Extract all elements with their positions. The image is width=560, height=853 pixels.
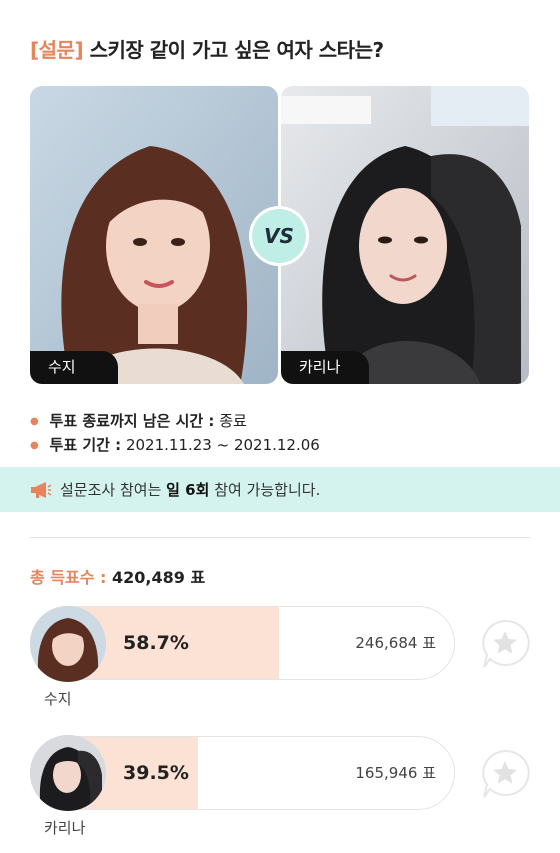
bullet-icon: ●: [30, 440, 39, 451]
vote-period-value: 2021.11.23 ~ 2021.12.06: [125, 436, 320, 454]
candidate-photo-label-1: 수지: [30, 351, 118, 384]
result-percent-2: 39.5%: [123, 762, 189, 784]
portrait-image-1: [30, 86, 278, 384]
vote-period-label: 투표 기간 :: [49, 436, 122, 454]
poll-question: 스키장 같이 가고 싶은 여자 스타는?: [89, 38, 385, 62]
portrait-image-2: [281, 86, 529, 384]
poll-tag: [설문]: [30, 38, 84, 62]
candidate-name-1: 수지: [44, 690, 72, 708]
result-votes-1: 246,684 표: [355, 634, 436, 652]
candidate-photo-label-2: 카리나: [281, 351, 369, 384]
candidate-photo-2[interactable]: 카리나: [281, 86, 529, 384]
avatar-2: [30, 735, 106, 811]
result-percent-1: 58.7%: [123, 632, 189, 654]
total-votes: 총 득표수 : 420,489 표: [30, 564, 205, 588]
megaphone-icon: [31, 481, 52, 498]
candidate-photo-1[interactable]: 수지: [30, 86, 278, 384]
notice-highlight: 일 6회: [166, 481, 210, 499]
vs-badge: VS: [252, 209, 306, 263]
vote-period-row: ● 투표 기간 : 2021.11.23 ~ 2021.12.06: [30, 434, 320, 455]
total-votes-value: 420,489 표: [112, 568, 206, 587]
divider: [30, 537, 530, 538]
result-votes-2: 165,946 표: [355, 764, 436, 782]
poll-title: [설문] 스키장 같이 가고 싶은 여자 스타는?: [30, 34, 384, 63]
bullet-icon: ●: [30, 416, 39, 427]
avatar-1: [30, 606, 106, 682]
star-speech-bubble-icon[interactable]: [478, 747, 532, 801]
candidate-name-2: 카리나: [44, 819, 86, 837]
remaining-time-row: ● 투표 종료까지 남은 시간 : 종료: [30, 410, 247, 431]
remaining-time-value: 종료: [219, 412, 247, 430]
notice-prefix: 설문조사 참여는: [60, 481, 162, 499]
remaining-time-label: 투표 종료까지 남은 시간 :: [49, 412, 215, 430]
notice-suffix: 참여 가능합니다.: [214, 481, 321, 499]
total-votes-label: 총 득표수 :: [30, 568, 107, 587]
star-speech-bubble-icon[interactable]: [478, 617, 532, 671]
participation-notice: 설문조사 참여는 일 6회 참여 가능합니다.: [0, 467, 560, 512]
